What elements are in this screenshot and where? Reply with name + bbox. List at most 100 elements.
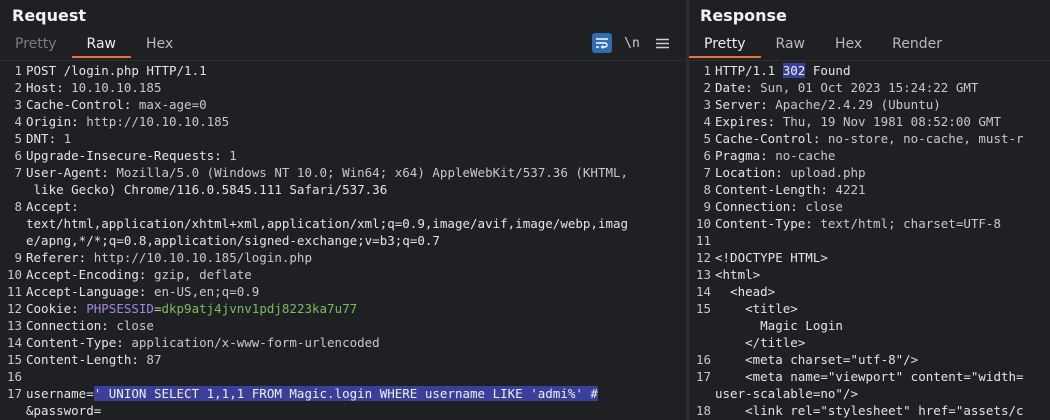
response-pane: Response Pretty Raw Hex Render 1 HTTP/1.1… — [689, 0, 1050, 420]
request-pane: Request Pretty Raw Hex \n 1 POST /login.p… — [0, 0, 686, 420]
header-value: 87 — [146, 352, 162, 367]
line-text: like Gecko) Chrome/116.0.5845.111 Safari… — [26, 182, 388, 197]
header-value: close — [805, 199, 843, 214]
header-name: Referer: — [26, 250, 94, 265]
code-line: 1 HTTP/1.1 302 Found — [689, 62, 1050, 79]
cookie-value: dkp9atj4jvnv1pdj8223ka7u77 — [161, 301, 358, 316]
code-line: 9 Connection: close — [689, 198, 1050, 215]
selected-text: 302 — [782, 63, 806, 78]
code-line: 0 like Gecko) Chrome/116.0.5845.111 Safa… — [0, 181, 686, 198]
code-line: 6 Pragma: no-cache — [689, 147, 1050, 164]
request-editor[interactable]: 1 POST /login.php HTTP/1.1 2 Host: 10.10.10… — [0, 60, 686, 420]
tab-render[interactable]: Render — [877, 34, 957, 58]
wrap-lines-icon[interactable] — [592, 33, 612, 53]
header-value: upload.php — [790, 165, 866, 180]
code-line: 7 User-Agent: Mozilla/5.0 (Windows NT 10.… — [0, 164, 686, 181]
code-line: 15 <title> — [689, 300, 1050, 317]
line-text: <head> — [715, 284, 776, 299]
header-name: Date: — [715, 80, 761, 95]
header-value: Apache/2.4.29 (Ubuntu) — [775, 97, 941, 112]
cookie-name: PHPSESSID — [86, 301, 154, 316]
line-number: 1 — [14, 63, 22, 78]
line-number: 5 — [703, 131, 711, 146]
tab-raw[interactable]: Raw — [761, 34, 820, 58]
line-number: 1 — [703, 63, 711, 78]
line-content: Connection: close — [713, 198, 843, 215]
line-number: 8 — [703, 182, 711, 197]
line-content: user-scalable=no"/> — [713, 385, 858, 402]
code-line: 11 Accept-Language: en-US,en;q=0.9 — [0, 283, 686, 300]
line-text: <html> — [715, 267, 761, 282]
tab-pretty[interactable]: Pretty — [0, 34, 72, 58]
header-name: Cache-Control: — [715, 131, 828, 146]
line-number: 10 — [695, 216, 711, 231]
code-line: 1 POST /login.php HTTP/1.1 — [0, 62, 686, 79]
line-content: text/html,application/xhtml+xml,applicat… — [24, 215, 628, 232]
code-line: 4 Origin: http://10.10.10.185 — [0, 113, 686, 130]
tab-hex[interactable]: Hex — [820, 34, 877, 58]
line-content: Expires: Thu, 19 Nov 1981 08:52:00 GMT — [713, 113, 1001, 130]
line-number: 11 — [695, 233, 711, 248]
line-content: <head> — [713, 283, 775, 300]
line-number: 5 — [14, 131, 22, 146]
hamburger-menu-icon[interactable] — [652, 33, 672, 53]
header-name: Content-Type: — [715, 216, 821, 231]
header-value: Sun, 01 Oct 2023 15:24:22 GMT — [760, 80, 979, 95]
line-content: Location: upload.php — [713, 164, 866, 181]
line-text: <meta name="viewport" content="width= — [715, 369, 1024, 384]
line-content: Cache-Control: max-age=0 — [24, 96, 207, 113]
header-value: close — [116, 318, 154, 333]
line-content: <title> — [713, 300, 798, 317]
line-content: Server: Apache/2.4.29 (Ubuntu) — [713, 96, 941, 113]
code-line: 8 Content-Length: 4221 — [689, 181, 1050, 198]
line-content: Connection: close — [24, 317, 154, 334]
line-number: 16 — [6, 369, 22, 384]
show-newlines-toggle[interactable]: \n — [622, 33, 642, 53]
line-content: Content-Length: 4221 — [713, 181, 866, 198]
line-number: 15 — [695, 301, 711, 316]
line-text: <link rel="stylesheet" href="assets/c — [715, 403, 1024, 418]
code-line: 3 Cache-Control: max-age=0 — [0, 96, 686, 113]
code-line: 12 Cookie: PHPSESSID=dkp9atj4jvnv1pdj8223… — [0, 300, 686, 317]
code-line: 10 Accept-Encoding: gzip, deflate — [0, 266, 686, 283]
line-content: <meta name="viewport" content="width= — [713, 368, 1024, 385]
tab-pretty[interactable]: Pretty — [689, 34, 761, 58]
header-name: Connection: — [26, 318, 117, 333]
line-number: 13 — [6, 318, 22, 333]
code-line: 5 Cache-Control: no-store, no-cache, must… — [689, 130, 1050, 147]
code-line: 9 Referer: http://10.10.10.185/login.php — [0, 249, 686, 266]
response-title: Response — [700, 6, 787, 25]
request-toolbar: \n — [592, 33, 672, 53]
line-number: 9 — [14, 250, 22, 265]
tab-raw[interactable]: Raw — [71, 34, 132, 58]
line-number: 17 — [695, 369, 711, 384]
code-line: 8 Accept: — [0, 198, 686, 215]
tab-hex[interactable]: Hex — [131, 34, 188, 58]
header-value: 1 — [63, 131, 72, 146]
code-line: 10 Content-Type: text/html; charset=UTF-8 — [689, 215, 1050, 232]
line-text: POST /login.php HTTP/1.1 — [26, 63, 207, 78]
line-content: <link rel="stylesheet" href="assets/c — [713, 402, 1024, 419]
code-line: 17 username=' UNION SELECT 1,1,1 FROM Mag… — [0, 385, 686, 402]
header-value: max-age=0 — [138, 97, 207, 112]
header-name: Accept-Language: — [26, 284, 154, 299]
code-line: 12 <!DOCTYPE HTML> — [689, 249, 1050, 266]
response-editor[interactable]: 1 HTTP/1.1 302 Found 2 Date: Sun, 01 Oct 20… — [689, 60, 1050, 420]
header-value: 1 — [229, 148, 237, 163]
line-content: Host: 10.10.10.185 — [24, 79, 161, 96]
header-value: text/html; charset=UTF-8 — [820, 216, 1001, 231]
line-number: 17 — [6, 386, 22, 401]
code-line: 2 Host: 10.10.10.185 — [0, 79, 686, 96]
line-content: Accept-Language: en-US,en;q=0.9 — [24, 283, 259, 300]
header-name: Server: — [715, 97, 776, 112]
header-name: Host: — [26, 80, 72, 95]
line-number: 10 — [6, 267, 22, 282]
line-text: user-scalable=no"/> — [715, 386, 858, 401]
response-tabs: Pretty Raw Hex Render — [689, 34, 957, 58]
code-line: 13 Connection: close — [0, 317, 686, 334]
header-name: Connection: — [715, 199, 806, 214]
header-value: en-US,en;q=0.9 — [153, 284, 260, 299]
code-line: 15 Content-Length: 87 — [0, 351, 686, 368]
line-content: Accept: — [24, 198, 86, 215]
line-content: Cache-Control: no-store, no-cache, must-… — [713, 130, 1024, 147]
